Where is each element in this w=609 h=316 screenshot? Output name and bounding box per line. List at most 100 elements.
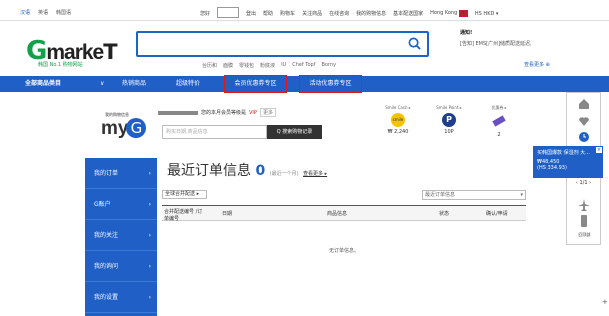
plus-icon: + bbox=[602, 298, 608, 306]
main-nav: 全部商品类目 ∨ 热销商品 超级特价 会员优惠券专区 活动优惠券专区 bbox=[0, 75, 609, 93]
keyword-link[interactable]: 粉底液 bbox=[260, 62, 275, 69]
nav-super-deals[interactable]: 超级特价 bbox=[176, 76, 200, 92]
sidebar-item-orders[interactable]: 我的订单 › bbox=[85, 158, 157, 189]
orders-table-header: 合并配送编号 /订单编号 日期 商品信息 状态 确认/申请 bbox=[162, 205, 526, 222]
top-bar: 汉语 英语 韩国语 您好 登出 帮助 购物车 关注商品 在线咨询 我的购物信息 … bbox=[0, 0, 609, 21]
nav-best-sellers[interactable]: 热销商品 bbox=[122, 76, 146, 92]
smile-point-value: 10P bbox=[444, 129, 454, 135]
orders-table: 合并配送编号 /订单编号 日期 商品信息 状态 确认/申请 无订单信息。 bbox=[162, 205, 526, 254]
keyword-link[interactable]: Chef Topf bbox=[292, 62, 315, 69]
combined-shipping-filter[interactable]: 全球合并配送 ▸ bbox=[162, 190, 207, 199]
orders-sub: (最近一个月) bbox=[269, 171, 299, 177]
grade-prefix: 您的本月会员等级是 bbox=[201, 110, 247, 116]
coupons[interactable]: 优惠券 ▸ 2 bbox=[479, 105, 519, 138]
currency-select[interactable]: HS HKD ▾ bbox=[475, 11, 499, 17]
coupons-value: 2 bbox=[497, 132, 501, 138]
search-input[interactable] bbox=[136, 31, 429, 57]
empty-orders-message: 无订单信息。 bbox=[328, 248, 359, 254]
sidebar-item-inquiries[interactable]: 我的询问 › bbox=[85, 251, 157, 282]
col-status: 状态 bbox=[439, 211, 450, 217]
order-period-select[interactable]: 最近订单信息 ▾ bbox=[422, 190, 526, 200]
orders-title: 最近订单信息 bbox=[167, 163, 251, 179]
flag-icon: ▾ bbox=[458, 10, 468, 17]
orders-count: 0 bbox=[255, 163, 266, 179]
wishlist-link[interactable]: 关注商品 bbox=[302, 10, 322, 17]
masked-user-name bbox=[158, 110, 198, 115]
search-icon[interactable] bbox=[408, 37, 421, 50]
grade-more-button[interactable]: 更多 bbox=[259, 108, 276, 117]
sidebar-item-settings[interactable]: 我的设置 › bbox=[85, 282, 157, 313]
col-confirm: 确认/申请 bbox=[486, 211, 508, 217]
logout-link[interactable]: 登出 bbox=[246, 10, 256, 17]
recent-orders-heading: 最近订单信息 0 (最近一个月) 查看更多 ▸ bbox=[167, 160, 327, 180]
airplane-icon[interactable] bbox=[578, 199, 590, 211]
sidebar-item-favorites[interactable]: 我的关注 › bbox=[85, 220, 157, 251]
recommended-deal-popup[interactable]: 买韩国爆款 保湿剂 大... ₩48,450 (HS 334.93) × bbox=[533, 146, 603, 178]
smile-point-icon: P bbox=[442, 113, 456, 127]
notice-box: 通知! [告知] EMS[广州]储质配送延迟, bbox=[460, 29, 532, 47]
keyword-link[interactable]: IU bbox=[281, 62, 286, 69]
col-date: 日期 bbox=[222, 211, 233, 217]
lang-chinese-link[interactable]: 汉语 bbox=[20, 9, 30, 16]
lang-english-link[interactable]: 英语 bbox=[38, 9, 48, 16]
deal-title: 买韩国爆款 保湿剂 大... bbox=[537, 150, 590, 156]
ship-country-label: 基本配送国家 bbox=[393, 11, 424, 17]
back-to-top-button[interactable]: 回顶部 bbox=[567, 232, 602, 238]
keyword-link[interactable]: 零钱包 bbox=[239, 62, 254, 69]
next-icon[interactable]: › bbox=[589, 180, 591, 186]
user-name-box bbox=[217, 7, 240, 18]
deal-hkd-price: (HS 334.93) bbox=[537, 165, 567, 171]
myg-logo[interactable]: 我的购物信息 my G bbox=[101, 112, 147, 140]
notice-more-link[interactable]: 查看更多 ⊕ bbox=[524, 61, 550, 68]
chevron-right-icon: › bbox=[148, 263, 151, 270]
grade-value: VIP bbox=[249, 109, 257, 116]
chevron-right-icon: › bbox=[148, 201, 151, 208]
chat-link[interactable]: 在线咨询 bbox=[329, 10, 349, 17]
my-info-link[interactable]: 我的购物信息 bbox=[356, 10, 386, 17]
country-select[interactable]: Hong Kong ▾ bbox=[430, 10, 468, 17]
deal-pager: ‹ 1/1 › bbox=[566, 180, 601, 186]
col-order-no: 合并配送编号 /订单编号 bbox=[164, 209, 203, 222]
orders-more-link[interactable]: 查看更多 ▸ bbox=[303, 171, 327, 177]
notice-text[interactable]: [告知] EMS[广州]储质配送延迟, bbox=[460, 40, 532, 47]
chevron-right-icon: › bbox=[148, 232, 151, 239]
coupon-icon bbox=[492, 115, 506, 127]
sidebar-item-g-account[interactable]: G账户 › bbox=[85, 189, 157, 220]
prev-icon[interactable]: ‹ bbox=[576, 180, 578, 186]
keyword-link[interactable]: 台历和 bbox=[202, 62, 217, 69]
smile-cash-value: ₩ 2,240 bbox=[387, 129, 409, 135]
hot-keywords: 台历和 面膜 零钱包 粉底液 IU Chef Topf Borny bbox=[202, 62, 336, 69]
notice-title: 通知! bbox=[460, 30, 473, 36]
chevron-right-icon: › bbox=[148, 294, 151, 301]
user-links: 您好 登出 帮助 购物车 关注商品 在线咨询 我的购物信息 基本配送国家 Hon… bbox=[200, 7, 499, 18]
user-name-label: 您好 bbox=[200, 11, 211, 17]
nav-chevron-down-icon[interactable]: ∨ bbox=[100, 76, 104, 92]
cart-link[interactable]: 购物车 bbox=[280, 10, 295, 17]
smile-cash[interactable]: Smile Cash ▸ smile ₩ 2,240 bbox=[378, 105, 418, 135]
col-product: 商品信息 bbox=[327, 211, 348, 217]
clock-icon[interactable] bbox=[578, 131, 590, 143]
smile-point-label: Smile Point ▸ bbox=[436, 105, 462, 110]
close-icon[interactable]: × bbox=[596, 147, 602, 153]
tagline: 韩国 No.1 购物网站 bbox=[38, 62, 83, 68]
pager-text: 1/1 bbox=[579, 180, 588, 186]
nav-member-coupons[interactable]: 会员优惠券专区 bbox=[224, 75, 287, 93]
lang-korean-link[interactable]: 韩国语 bbox=[56, 9, 71, 16]
nav-event-coupons[interactable]: 活动优惠券专区 bbox=[299, 75, 362, 93]
smile-cash-icon: smile bbox=[391, 113, 405, 127]
order-search-input[interactable]: 购买日期,商品信息 bbox=[162, 125, 267, 139]
chevron-right-icon: › bbox=[148, 170, 151, 177]
smile-cash-label: Smile Cash ▸ bbox=[385, 105, 411, 110]
nav-all-categories[interactable]: 全部商品类目 bbox=[25, 76, 61, 92]
home-icon[interactable] bbox=[578, 98, 590, 110]
coupons-label: 优惠券 ▸ bbox=[491, 105, 507, 110]
keyword-link[interactable]: Borny bbox=[322, 62, 337, 69]
heart-icon[interactable] bbox=[578, 115, 590, 127]
my-menu-sidebar: 我的订单 › G账户 › 我的关注 › 我的询问 › 我的设置 › bbox=[85, 158, 157, 316]
order-search-button[interactable]: Q 搜索购物记录 bbox=[267, 125, 322, 139]
member-grade: 您的本月会员等级是 VIP 更多 bbox=[158, 108, 276, 117]
help-link[interactable]: 帮助 bbox=[263, 10, 273, 17]
smile-point[interactable]: Smile Point ▸ P 10P bbox=[429, 105, 469, 135]
keyword-link[interactable]: 面膜 bbox=[223, 62, 233, 69]
phone-icon[interactable] bbox=[578, 215, 590, 227]
